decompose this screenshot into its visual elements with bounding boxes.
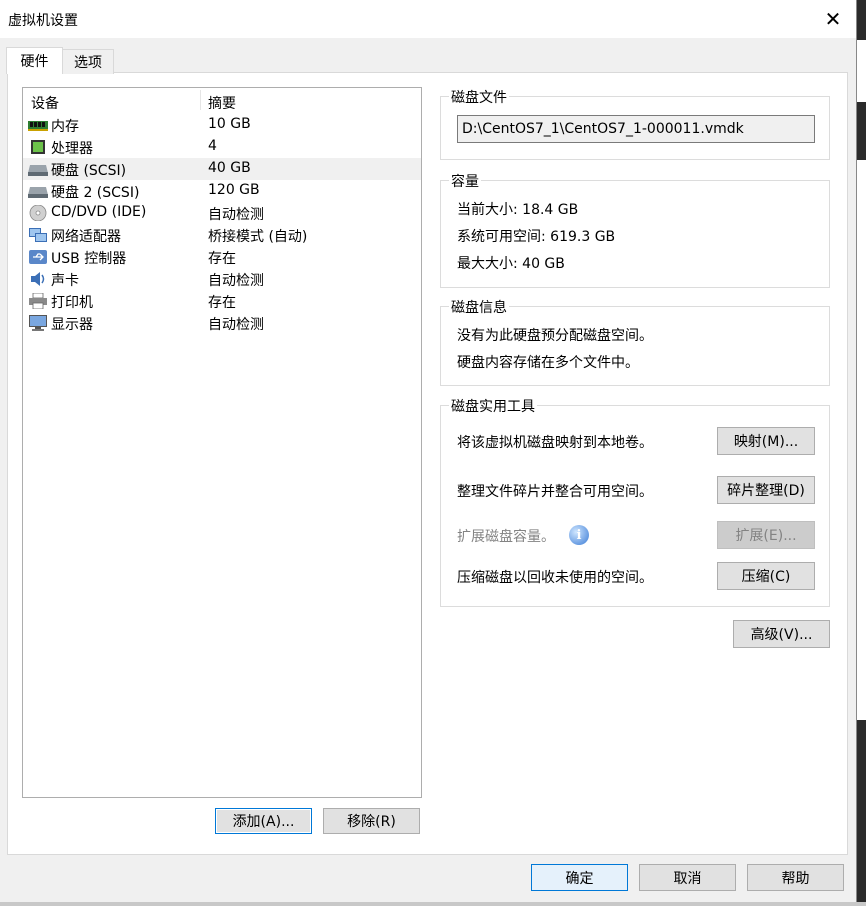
device-name: 打印机	[51, 295, 93, 311]
device-name: 处理器	[51, 141, 93, 157]
device-summary: 120 GB	[208, 182, 260, 198]
help-button[interactable]: 帮助	[747, 864, 844, 891]
close-icon: ✕	[824, 7, 842, 31]
device-name: 硬盘 2 (SCSI)	[51, 185, 140, 201]
tab-label: 选项	[74, 55, 102, 71]
sound-card-icon	[31, 272, 45, 286]
disk-file-path-field[interactable]: D:\CentOS7_1\CentOS7_1-000011.vmdk	[457, 115, 815, 143]
network-adapter-icon	[29, 228, 47, 242]
disk-info-line-2: 硬盘内容存储在多个文件中。	[457, 355, 639, 371]
disk-file-group: 磁盘文件 D:\CentOS7_1\CentOS7_1-000011.vmdk	[440, 87, 830, 160]
device-row-sound-card[interactable]: 声卡 自动检测	[23, 268, 421, 290]
column-separator[interactable]	[200, 90, 201, 110]
compact-button[interactable]: 压缩(C)	[717, 562, 815, 590]
window-title: 虚拟机设置	[8, 13, 78, 29]
group-title: 容量	[449, 171, 481, 191]
background-strip	[857, 40, 866, 102]
cancel-button[interactable]: 取消	[639, 864, 736, 891]
device-row-printer[interactable]: 打印机 存在	[23, 290, 421, 312]
device-row-cd-dvd[interactable]: CD/DVD (IDE) 自动检测	[23, 202, 421, 224]
expand-button[interactable]: 扩展(E)...	[717, 521, 815, 549]
defrag-description: 整理文件碎片并整合可用空间。	[457, 484, 653, 500]
device-name: 内存	[51, 119, 79, 135]
map-button[interactable]: 映射(M)...	[717, 427, 815, 455]
column-header-device[interactable]: 设备	[31, 93, 59, 113]
background-window-edge	[857, 0, 866, 906]
expand-description: 扩展磁盘容量。	[457, 529, 555, 545]
disk-info-line-1: 没有为此硬盘预分配磁盘空间。	[457, 328, 653, 344]
group-title: 磁盘信息	[449, 297, 509, 317]
disk-tools-group: 磁盘实用工具 将该虚拟机磁盘映射到本地卷。 映射(M)... 整理文件碎片并整合…	[440, 396, 830, 607]
device-row-usb-controller[interactable]: USB 控制器 存在	[23, 246, 421, 268]
current-size-text: 当前大小: 18.4 GB	[457, 202, 579, 218]
device-summary: 10 GB	[208, 116, 251, 132]
device-row-hard-disk-2[interactable]: 硬盘 2 (SCSI) 120 GB	[23, 180, 421, 202]
remove-device-button[interactable]: 移除(R)	[323, 808, 420, 834]
cpu-icon	[31, 140, 45, 154]
device-summary: 自动检测	[208, 317, 264, 333]
map-description: 将该虚拟机磁盘映射到本地卷。	[457, 435, 653, 451]
device-row-network-adapter[interactable]: 网络适配器 桥接模式 (自动)	[23, 224, 421, 246]
device-name: 网络适配器	[51, 229, 121, 245]
column-header-summary[interactable]: 摘要	[208, 93, 236, 113]
device-row-processor[interactable]: 处理器 4	[23, 136, 421, 158]
hard-disk-icon	[28, 165, 48, 176]
device-summary: 存在	[208, 251, 236, 267]
display-icon	[29, 315, 47, 331]
tab-label: 硬件	[20, 54, 49, 70]
printer-icon	[29, 293, 47, 309]
info-icon[interactable]: i	[569, 525, 589, 545]
device-row-memory[interactable]: 内存 10 GB	[23, 114, 421, 136]
tab-hardware[interactable]: 硬件	[6, 47, 63, 74]
device-row-display[interactable]: 显示器 自动检测	[23, 312, 421, 334]
device-list[interactable]: 设备 摘要 内存 10 GB 处理器 4 硬盘 (SCSI) 40 GB 硬盘 …	[22, 87, 422, 798]
usb-icon	[29, 250, 47, 264]
capacity-group: 容量 当前大小: 18.4 GB 系统可用空间: 619.3 GB 最大大小: …	[440, 171, 830, 288]
device-summary: 40 GB	[208, 160, 251, 176]
title-bar: 虚拟机设置 ✕	[0, 0, 856, 38]
available-space-text: 系统可用空间: 619.3 GB	[457, 229, 616, 245]
device-name: 硬盘 (SCSI)	[51, 163, 127, 179]
device-row-hard-disk[interactable]: 硬盘 (SCSI) 40 GB	[23, 158, 421, 180]
tab-options[interactable]: 选项	[62, 49, 114, 74]
device-summary: 4	[208, 138, 217, 154]
device-summary: 桥接模式 (自动)	[208, 229, 308, 245]
max-size-text: 最大大小: 40 GB	[457, 256, 565, 272]
advanced-button[interactable]: 高级(V)...	[733, 620, 830, 648]
hard-disk-icon	[28, 187, 48, 198]
defragment-button[interactable]: 碎片整理(D)	[717, 476, 815, 504]
device-name: 显示器	[51, 317, 93, 333]
ok-button[interactable]: 确定	[531, 864, 628, 891]
device-summary: 存在	[208, 295, 236, 311]
background-window-edge	[0, 902, 866, 906]
close-button[interactable]: ✕	[810, 0, 856, 38]
device-name: 声卡	[51, 273, 79, 289]
cd-dvd-icon	[29, 205, 47, 221]
device-summary: 自动检测	[208, 207, 264, 223]
group-title: 磁盘文件	[449, 87, 509, 107]
add-device-button[interactable]: 添加(A)...	[215, 808, 312, 834]
memory-icon	[28, 121, 48, 131]
device-name: USB 控制器	[51, 251, 127, 267]
compact-description: 压缩磁盘以回收未使用的空间。	[457, 570, 653, 586]
device-summary: 自动检测	[208, 273, 264, 289]
disk-info-group: 磁盘信息 没有为此硬盘预分配磁盘空间。 硬盘内容存储在多个文件中。	[440, 297, 830, 386]
device-name: CD/DVD (IDE)	[51, 204, 147, 220]
background-strip	[857, 160, 866, 720]
group-title: 磁盘实用工具	[449, 396, 537, 416]
vm-settings-window: 虚拟机设置 ✕ 硬件 选项 设备 摘要 内存 10 GB 处理器 4 硬盘 (S…	[0, 0, 857, 903]
